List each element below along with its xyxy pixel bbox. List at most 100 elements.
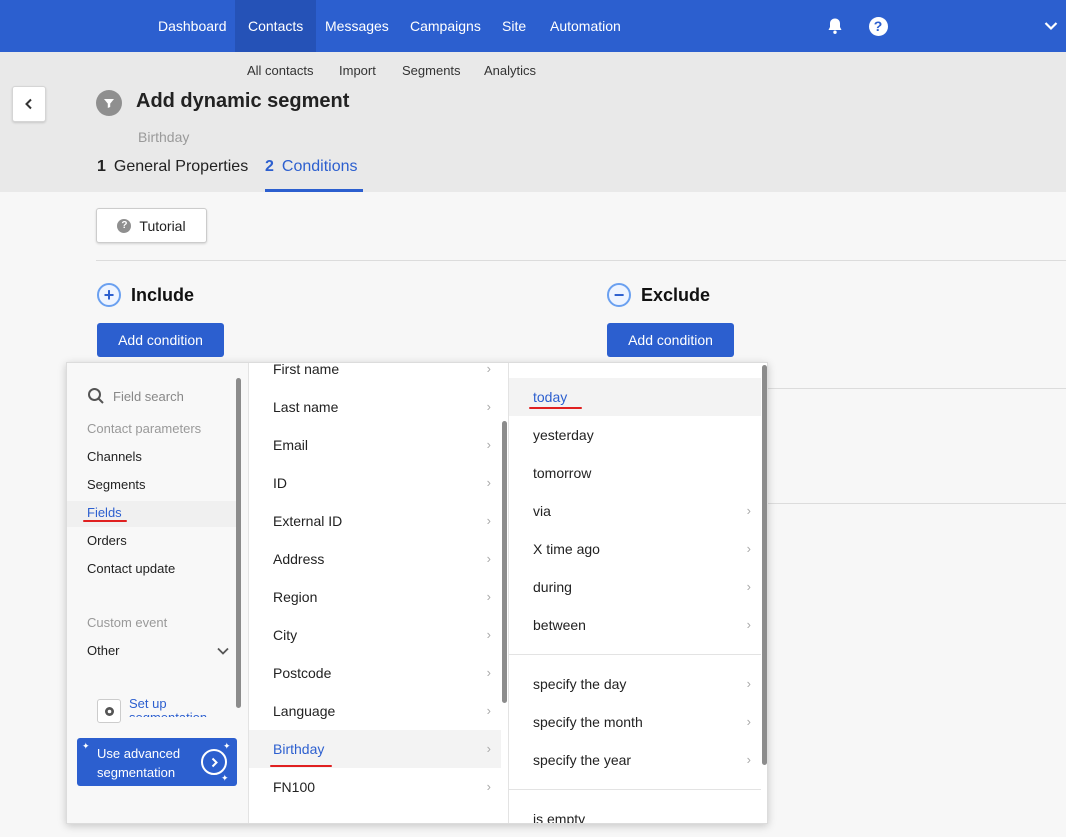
- nav-site[interactable]: Site: [489, 0, 539, 52]
- exclude-add-condition-button[interactable]: Add condition: [607, 323, 734, 357]
- page-header: All contacts Import Segments Analytics A…: [0, 52, 1066, 192]
- chevron-left-icon: [25, 98, 32, 110]
- help-icon[interactable]: ?: [866, 14, 890, 38]
- field-id[interactable]: ID ›: [249, 464, 501, 502]
- operator-tomorrow[interactable]: tomorrow: [509, 454, 761, 492]
- field-fn100[interactable]: FN100 ›: [249, 768, 501, 806]
- divider: [509, 789, 761, 790]
- filter-icon: [96, 90, 122, 116]
- tutorial-button[interactable]: ? Tutorial: [96, 208, 207, 243]
- step-conditions[interactable]: 2 Conditions: [265, 158, 363, 192]
- operator-x-time-ago[interactable]: X time ago ›: [509, 530, 761, 568]
- annotation-underline: [270, 765, 332, 767]
- field-last-name[interactable]: Last name ›: [249, 388, 501, 426]
- step-number: 1: [97, 158, 106, 175]
- advanced-segmentation-button[interactable]: ✦ ✦ ✦ Use advanced segmentation: [77, 738, 237, 786]
- field-label: Region: [273, 589, 318, 605]
- operator-label: specify the day: [533, 676, 627, 692]
- category-channels[interactable]: Channels: [87, 449, 142, 464]
- category-fields[interactable]: Fields: [87, 505, 122, 520]
- operator-via[interactable]: via ›: [509, 492, 761, 530]
- nav-contacts[interactable]: Contacts: [235, 0, 317, 52]
- field-city[interactable]: City ›: [249, 616, 501, 654]
- nav-messages[interactable]: Messages: [312, 0, 402, 52]
- chevron-down-icon[interactable]: [1039, 14, 1063, 38]
- field-label: Last name: [273, 399, 339, 415]
- advanced-label: Use advanced segmentation: [97, 746, 181, 780]
- operator-is-empty[interactable]: is empty: [509, 800, 761, 823]
- field-label: City: [273, 627, 298, 643]
- field-email[interactable]: Email ›: [249, 426, 501, 464]
- setup-segmentation-link[interactable]: Set up segmentation: [97, 697, 219, 723]
- step-label: General Properties: [113, 158, 249, 175]
- tutorial-label: Tutorial: [139, 217, 186, 234]
- field-external-id[interactable]: External ID ›: [249, 502, 501, 540]
- step-label: Conditions: [281, 158, 358, 175]
- chevron-right-icon: ›: [486, 551, 491, 566]
- chevron-right-icon: ›: [746, 752, 751, 767]
- subnav-all-contacts[interactable]: All contacts: [247, 63, 313, 78]
- category-contact-update[interactable]: Contact update: [87, 561, 175, 576]
- bell-icon[interactable]: [823, 14, 847, 38]
- field-region[interactable]: Region ›: [249, 578, 501, 616]
- field-first-name[interactable]: First name ›: [249, 363, 501, 388]
- search-placeholder: Field search: [113, 388, 184, 404]
- question-icon: ?: [117, 218, 132, 233]
- operator-label: yesterday: [533, 427, 594, 443]
- include-title: Include: [131, 284, 195, 305]
- field-language[interactable]: Language ›: [249, 692, 501, 730]
- minus-icon[interactable]: −: [607, 283, 631, 307]
- field-label: Birthday: [273, 741, 325, 757]
- operator-label: X time ago: [533, 541, 600, 557]
- field-label: Email: [273, 437, 309, 453]
- step-general-properties[interactable]: 1 General Properties: [97, 158, 248, 192]
- field-address[interactable]: Address ›: [249, 540, 501, 578]
- operator-label: during: [533, 579, 572, 595]
- subnav-import[interactable]: Import: [339, 63, 376, 78]
- top-navbar: Dashboard Contacts Messages Campaigns Si…: [0, 0, 1066, 52]
- chevron-down-icon[interactable]: [217, 647, 229, 655]
- page-title: Add dynamic segment: [136, 90, 350, 112]
- category-segments[interactable]: Segments: [87, 477, 146, 492]
- chevron-right-icon: ›: [486, 779, 491, 794]
- chevron-right-icon: ›: [486, 513, 491, 528]
- include-add-condition-button[interactable]: Add condition: [97, 323, 224, 357]
- field-postcode[interactable]: Postcode ›: [249, 654, 501, 692]
- operator-label: via: [533, 503, 551, 519]
- subnav-segments[interactable]: Segments: [402, 63, 461, 78]
- subnav-analytics[interactable]: Analytics: [484, 63, 536, 78]
- operator-specify-month[interactable]: specify the month ›: [509, 703, 761, 741]
- category-orders[interactable]: Orders: [87, 533, 127, 548]
- nav-dashboard[interactable]: Dashboard: [145, 0, 240, 52]
- operator-specify-year[interactable]: specify the year ›: [509, 741, 761, 779]
- plus-icon[interactable]: +: [97, 283, 121, 307]
- operator-during[interactable]: during ›: [509, 568, 761, 606]
- chevron-right-icon: ›: [746, 541, 751, 556]
- operator-specify-day[interactable]: specify the day ›: [509, 665, 761, 703]
- chevron-right-icon: [201, 749, 227, 775]
- field-search[interactable]: Field search: [87, 387, 184, 405]
- operator-today[interactable]: today: [509, 378, 761, 416]
- scrollbar[interactable]: [236, 378, 241, 708]
- operator-yesterday[interactable]: yesterday: [509, 416, 761, 454]
- back-button[interactable]: [12, 86, 46, 122]
- scrollbar[interactable]: [762, 365, 767, 765]
- field-column: First name › Last name › Email › ID › Extern…: [248, 363, 508, 823]
- operator-between[interactable]: between ›: [509, 606, 761, 644]
- nav-automation[interactable]: Automation: [537, 0, 634, 52]
- scrollbar[interactable]: [502, 421, 507, 703]
- field-birthday[interactable]: Birthday ›: [249, 730, 501, 768]
- category-column: Field search Contact parameters Channels…: [67, 363, 248, 823]
- nav-campaigns[interactable]: Campaigns: [397, 0, 494, 52]
- annotation-underline: [83, 520, 127, 522]
- category-other[interactable]: Other: [87, 643, 120, 658]
- setup-label: Set up segmentation: [129, 697, 207, 717]
- chevron-right-icon: ›: [486, 399, 491, 414]
- field-label: First name: [273, 363, 340, 377]
- condition-dropdown: Field search Contact parameters Channels…: [66, 362, 768, 824]
- group-label: Custom event: [87, 615, 168, 630]
- field-label: External ID: [273, 513, 343, 529]
- step-number: 2: [265, 158, 274, 175]
- field-label: FN100: [273, 779, 316, 795]
- chevron-right-icon: ›: [486, 665, 491, 680]
